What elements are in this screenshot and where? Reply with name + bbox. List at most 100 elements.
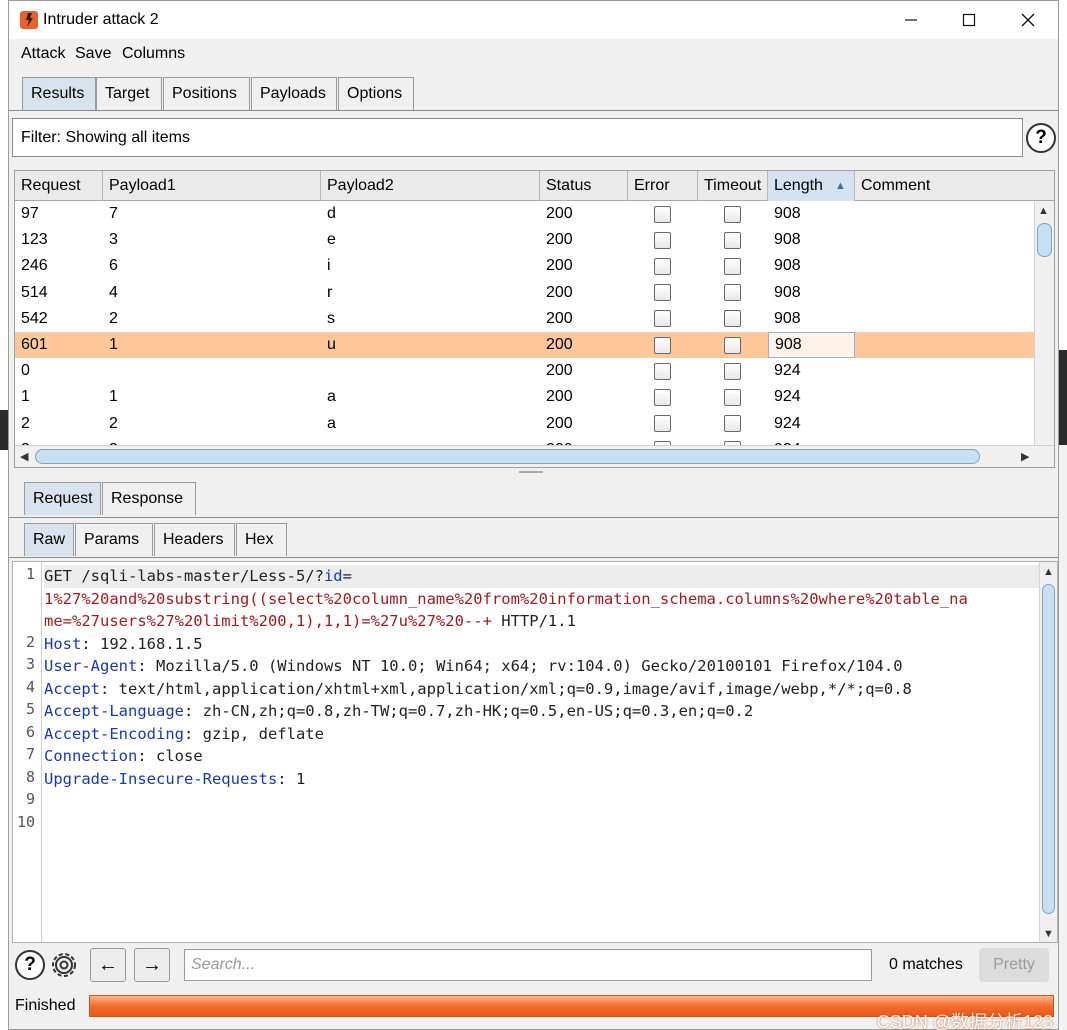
menu-attack[interactable]: Attack [21, 45, 65, 63]
cell-error [628, 280, 698, 306]
tab-params[interactable]: Params [75, 523, 153, 556]
cell-length: 908 [774, 231, 801, 249]
error-checkbox[interactable] [654, 362, 671, 380]
tab-response[interactable]: Response [102, 482, 196, 515]
error-checkbox[interactable] [654, 336, 671, 354]
request-line: Upgrade-Insecure-Requests: 1 [44, 768, 1039, 791]
table-row[interactable]: 1 1 a 200 924 [15, 384, 1036, 410]
table-horizontal-scrollbar[interactable]: ◀ ▶ [15, 445, 1054, 467]
column-header-request[interactable]: Request [15, 171, 103, 201]
tab-positions[interactable]: Positions [163, 77, 250, 110]
timeout-checkbox[interactable] [724, 257, 741, 275]
cell-payload1: 3 [109, 231, 118, 249]
scroll-down-icon[interactable]: ▼ [1043, 928, 1054, 940]
error-checkbox[interactable] [654, 205, 671, 223]
tab-headers[interactable]: Headers [154, 523, 235, 556]
column-header-comment[interactable]: Comment [855, 171, 1054, 201]
request-text-segment: : text/html,application/xhtml+xml,applic… [100, 679, 912, 698]
scroll-up-icon[interactable]: ▲ [1043, 566, 1054, 578]
minimize-button[interactable] [882, 1, 940, 39]
request-text[interactable]: GET /sqli-labs-master/Less-5/?id= 1%27%20… [44, 565, 1039, 835]
request-text-segment: GET /sqli-labs-master/Less-5/? [44, 567, 324, 585]
arrow-left-icon: ← [98, 953, 118, 976]
column-header-length[interactable]: Length ▲ [768, 171, 855, 201]
editor-vscroll-thumb[interactable] [1042, 584, 1055, 914]
search-input[interactable]: Search... [184, 949, 872, 981]
tab-options[interactable]: Options [338, 77, 414, 110]
tab-target[interactable]: Target [96, 77, 162, 110]
cell-length: 908 [774, 205, 801, 222]
table-row[interactable]: 123 3 e 200 908 [15, 227, 1036, 253]
help-icon[interactable]: ? [15, 950, 45, 980]
tab-hex[interactable]: Hex [236, 523, 287, 556]
column-header-status[interactable]: Status [540, 171, 628, 201]
tab-request[interactable]: Request [24, 482, 101, 515]
tab-results[interactable]: Results [22, 77, 96, 110]
table-hscroll-thumb[interactable] [35, 449, 980, 464]
request-line: Accept: text/html,application/xhtml+xml,… [44, 678, 1039, 701]
gear-icon[interactable] [49, 950, 79, 980]
cell-request: 542 [21, 309, 48, 327]
error-checkbox[interactable] [654, 284, 671, 302]
filter-bar[interactable]: Filter: Showing all items [12, 118, 1023, 157]
table-vertical-scrollbar[interactable]: ▲ [1034, 201, 1054, 447]
cell-error [628, 253, 698, 279]
pretty-button[interactable]: Pretty [979, 948, 1049, 982]
table-vscroll-thumb[interactable] [1037, 223, 1052, 257]
cell-comment [855, 201, 1036, 227]
table-row[interactable]: 246 6 i 200 908 [15, 253, 1036, 279]
detail-tab-bar: Request Response [9, 473, 1058, 518]
request-text-segment: : 1 [277, 769, 306, 788]
main-tab-bar: Results Target Positions Payloads Option… [9, 69, 1058, 111]
next-match-button[interactable]: → [134, 948, 170, 982]
cell-length: 908 [774, 257, 801, 275]
timeout-checkbox[interactable] [724, 362, 741, 380]
maximize-button[interactable] [940, 1, 998, 39]
menu-columns[interactable]: Columns [122, 45, 185, 63]
error-checkbox[interactable] [654, 310, 671, 328]
table-row[interactable]: 0 200 924 [15, 358, 1036, 384]
cell-length: 908 [774, 309, 801, 327]
timeout-checkbox[interactable] [724, 388, 741, 406]
cell-comment [855, 253, 1036, 279]
cell-length: 924 [774, 388, 801, 406]
cell-status: 200 [546, 257, 573, 275]
menu-save[interactable]: Save [75, 45, 111, 63]
raw-request-editor[interactable]: 1 2 3 4 5 6 7 8 9 10 GET /sqli-labs-master/Less-5… [12, 561, 1058, 943]
previous-match-button[interactable]: ← [90, 948, 126, 982]
timeout-checkbox[interactable] [724, 205, 741, 223]
scroll-left-icon[interactable]: ◀ [20, 450, 28, 463]
cell-status: 200 [546, 414, 573, 432]
timeout-checkbox[interactable] [724, 336, 741, 354]
filter-help-icon[interactable]: ? [1026, 123, 1056, 153]
tab-raw[interactable]: Raw [24, 523, 74, 556]
timeout-checkbox[interactable] [724, 310, 741, 328]
table-row[interactable]: 97 7 d 200 908 [15, 201, 1036, 227]
error-checkbox[interactable] [654, 388, 671, 406]
match-count: 0 matches [889, 956, 963, 973]
table-row[interactable]: 542 2 s 200 908 [15, 306, 1036, 332]
scroll-up-icon[interactable]: ▲ [1038, 205, 1049, 217]
cell-payload2: d [327, 205, 336, 222]
column-header-error[interactable]: Error [628, 171, 698, 201]
column-header-payload1[interactable]: Payload1 [103, 171, 321, 201]
table-row[interactable]: 601 1 u 200 908 [15, 332, 1036, 358]
timeout-checkbox[interactable] [724, 284, 741, 302]
table-row[interactable]: 2 2 a 200 924 [15, 411, 1036, 437]
column-header-timeout[interactable]: Timeout [698, 171, 768, 201]
close-button[interactable] [999, 1, 1057, 39]
timeout-checkbox[interactable] [724, 415, 741, 433]
cell-payload1: 1 [109, 336, 118, 353]
editor-vertical-scrollbar[interactable]: ▲ ▼ [1039, 562, 1057, 942]
error-checkbox[interactable] [654, 415, 671, 433]
error-checkbox[interactable] [654, 257, 671, 275]
table-row[interactable]: 514 4 r 200 908 [15, 280, 1036, 306]
tab-payloads[interactable]: Payloads [251, 77, 337, 110]
error-checkbox[interactable] [654, 231, 671, 249]
cell-comment [855, 411, 1036, 437]
cell-payload2: a [327, 414, 336, 432]
scroll-right-icon[interactable]: ▶ [1021, 450, 1029, 463]
column-header-payload2[interactable]: Payload2 [321, 171, 540, 201]
timeout-checkbox[interactable] [724, 231, 741, 249]
request-line: Host: 192.168.1.5 [44, 633, 1039, 656]
